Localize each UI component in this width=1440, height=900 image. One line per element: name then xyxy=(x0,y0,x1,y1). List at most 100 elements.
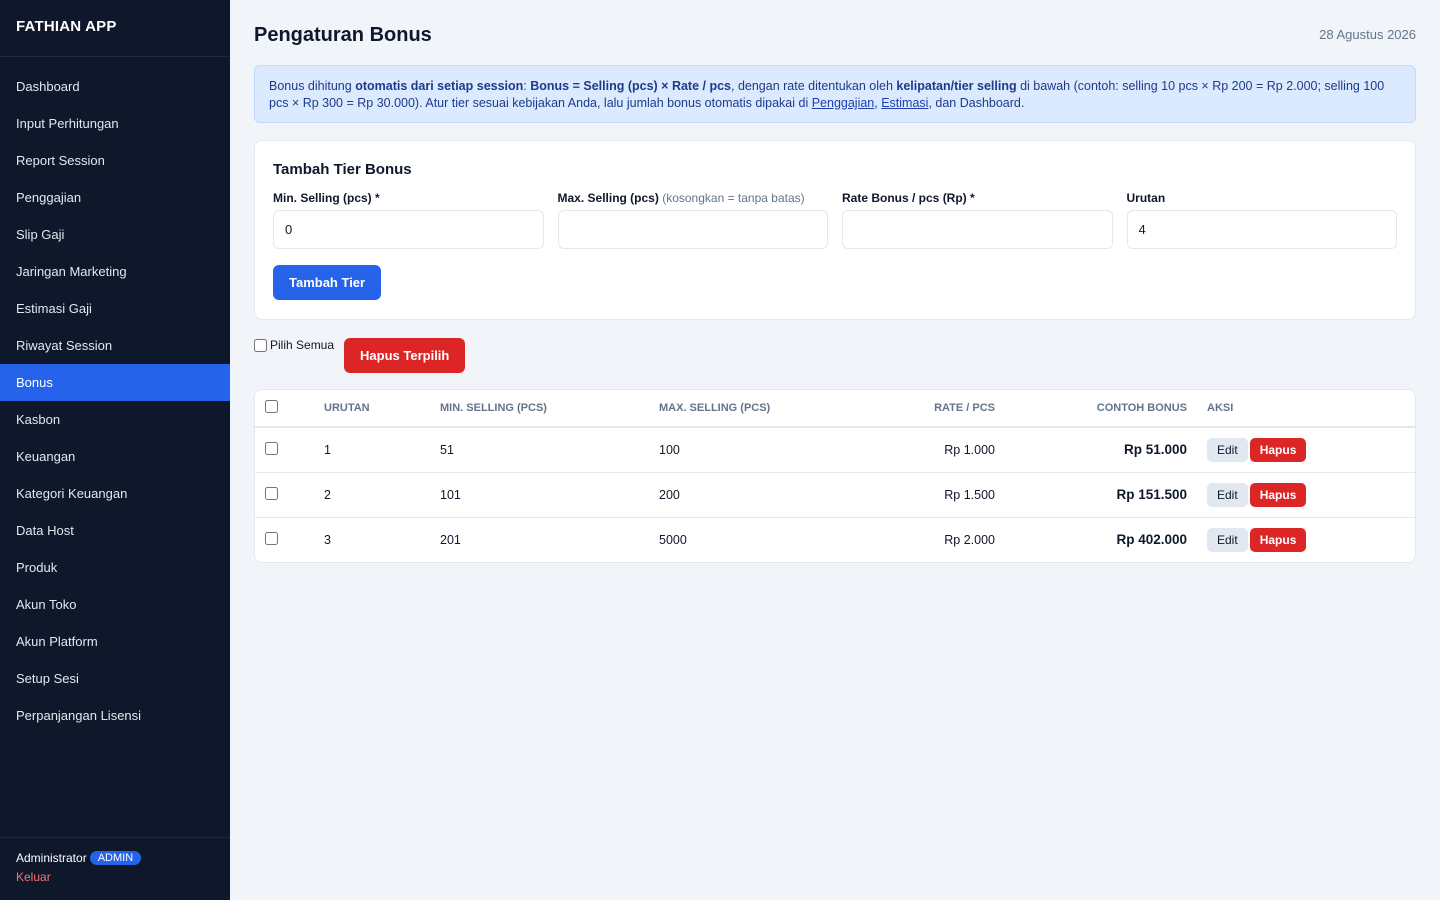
cell-rate: Rp 1.500 xyxy=(883,472,1005,518)
rate-bonus-input[interactable] xyxy=(842,210,1113,249)
header-select-checkbox[interactable] xyxy=(265,400,278,413)
select-all[interactable]: Pilih Semua xyxy=(254,338,334,352)
sidebar-item-bonus[interactable]: Bonus xyxy=(0,364,230,401)
table-row: 1 51 100 Rp 1.000 Rp 51.000 Edit Hapus xyxy=(255,427,1415,473)
header-action: Aksi xyxy=(1197,390,1415,428)
cell-actions: Edit Hapus xyxy=(1197,517,1415,562)
cell-min-selling: 51 xyxy=(430,427,649,473)
cell-order: 3 xyxy=(324,532,331,547)
header-min-selling: Min. Selling (pcs) xyxy=(430,390,649,428)
cell-rate: Rp 2.000 xyxy=(944,532,995,547)
delete-button[interactable]: Hapus xyxy=(1249,527,1307,552)
table-row: 3 201 5000 Rp 2.000 Rp 402.000 Edit Hapus xyxy=(255,517,1415,562)
max-selling-group: Max. Selling (pcs) (kosongkan = tanpa ba… xyxy=(557,191,829,249)
page-title: Pengaturan Bonus xyxy=(254,24,432,46)
cell-max-selling: 200 xyxy=(649,472,883,518)
cell-min-selling: 201 xyxy=(440,532,461,547)
info-text: , dan Dashboard. xyxy=(928,96,1025,110)
row-checkbox[interactable] xyxy=(265,486,278,500)
select-all-checkbox[interactable] xyxy=(254,338,267,352)
row-checkbox-cell xyxy=(255,472,314,518)
sidebar-item-riwayat-session[interactable]: Riwayat Session xyxy=(0,327,230,364)
edit-button[interactable]: Edit xyxy=(1207,527,1248,552)
header-max-selling: Max. Selling (pcs) xyxy=(649,390,883,428)
info-text: Bonus dihitung xyxy=(269,79,356,93)
table-row: 2 101 200 Rp 1.500 Rp 151.500 Edit Hapus xyxy=(255,472,1415,518)
min-selling-label: Min. Selling (pcs) * xyxy=(273,191,380,205)
info-bold: kelipatan/tier selling xyxy=(896,79,1017,93)
order-input[interactable] xyxy=(1126,210,1397,249)
min-selling-input[interactable] xyxy=(273,210,544,249)
edit-button[interactable]: Edit xyxy=(1207,482,1248,507)
cell-example-bonus: Rp 51.000 xyxy=(1005,427,1197,473)
cell-actions: Edit Hapus xyxy=(1197,472,1415,518)
add-tier-card: Tambah Tier Bonus Min. Selling (pcs) * M… xyxy=(254,140,1416,320)
header-example-bonus: Contoh Bonus xyxy=(1005,390,1197,428)
sidebar-item-kategori-keuangan[interactable]: Kategori Keuangan xyxy=(0,475,230,512)
header-rate: Rate / pcs xyxy=(883,390,1005,428)
sidebar-item-keuangan[interactable]: Keuangan xyxy=(0,438,230,475)
bulk-actions: Pilih Semua Hapus Terpilih xyxy=(254,338,466,373)
select-all-label: Pilih Semua xyxy=(270,338,335,352)
cell-order: 1 xyxy=(314,427,430,473)
logout-link[interactable]: Keluar xyxy=(16,870,214,884)
sidebar-item-jaringan-marketing[interactable]: Jaringan Marketing xyxy=(0,253,230,290)
sidebar: FATHIAN APP Dashboard Input Perhitungan … xyxy=(0,0,230,900)
max-selling-label-text: Max. Selling (pcs) xyxy=(557,191,659,205)
max-selling-input[interactable] xyxy=(557,210,828,249)
sidebar-nav: Dashboard Input Perhitungan Report Sessi… xyxy=(0,57,230,734)
row-checkbox[interactable] xyxy=(265,441,278,455)
row-checkbox[interactable] xyxy=(265,531,278,545)
cell-actions: Edit Hapus xyxy=(1197,427,1415,473)
header-order: Urutan xyxy=(314,390,430,428)
info-text: , dengan rate ditentukan oleh xyxy=(731,79,897,93)
cell-order: 2 xyxy=(314,472,430,518)
delete-button[interactable]: Hapus xyxy=(1249,482,1307,507)
role-badge: ADMIN xyxy=(89,851,142,865)
edit-button[interactable]: Edit xyxy=(1207,437,1248,462)
sidebar-item-kasbon[interactable]: Kasbon xyxy=(0,401,230,438)
max-selling-label: Max. Selling (pcs) (kosongkan = tanpa ba… xyxy=(558,191,829,205)
tier-table-card: Urutan Min. Selling (pcs) Max. Selling (… xyxy=(254,389,1416,563)
cell-example-bonus: Rp 151.500 xyxy=(1005,472,1197,518)
add-tier-button[interactable]: Tambah Tier xyxy=(273,265,382,300)
info-link-penggajian[interactable]: Penggajian xyxy=(812,96,875,110)
user-name: Administrator xyxy=(16,851,87,865)
tier-table: Urutan Min. Selling (pcs) Max. Selling (… xyxy=(255,390,1415,562)
sidebar-item-setup-sesi[interactable]: Setup Sesi xyxy=(0,660,230,697)
main-content: Pengaturan Bonus 28 Agustus 2026 Bonus d… xyxy=(230,0,1440,900)
sidebar-item-estimasi-gaji[interactable]: Estimasi Gaji xyxy=(0,290,230,327)
sidebar-item-akun-toko[interactable]: Akun Toko xyxy=(0,586,230,623)
info-formula: Bonus = Selling (pcs) × Rate / pcs xyxy=(530,79,731,93)
info-bold: otomatis dari setiap session xyxy=(355,79,524,93)
sidebar-item-perpanjangan-lisensi[interactable]: Perpanjangan Lisensi xyxy=(0,697,230,734)
sidebar-item-data-host[interactable]: Data Host xyxy=(0,512,230,549)
info-banner: Bonus dihitung otomatis dari setiap sess… xyxy=(254,65,1416,123)
row-checkbox-cell xyxy=(255,517,314,562)
rate-bonus-label: Rate Bonus / pcs (Rp) * xyxy=(842,191,975,205)
order-label: Urutan xyxy=(1126,191,1166,205)
cell-example-bonus: Rp 402.000 xyxy=(1116,532,1187,548)
sidebar-item-penggajian[interactable]: Penggajian xyxy=(0,179,230,216)
cell-min-selling: 101 xyxy=(430,472,649,518)
row-checkbox-cell xyxy=(255,427,314,473)
cell-max-selling: 5000 xyxy=(659,532,687,547)
page-date: 28 Agustus 2026 xyxy=(1319,27,1416,42)
max-selling-hint: (kosongkan = tanpa batas) xyxy=(662,191,805,205)
rate-bonus-group: Rate Bonus / pcs (Rp) * xyxy=(842,191,1113,249)
sidebar-item-report-session[interactable]: Report Session xyxy=(0,142,230,179)
info-link-estimasi[interactable]: Estimasi xyxy=(881,96,928,110)
add-tier-form: Min. Selling (pcs) * Max. Selling (pcs) … xyxy=(273,191,1397,249)
sidebar-item-dashboard[interactable]: Dashboard xyxy=(0,68,230,105)
delete-selected-button[interactable]: Hapus Terpilih xyxy=(344,338,466,373)
delete-button[interactable]: Hapus xyxy=(1249,437,1307,462)
min-selling-group: Min. Selling (pcs) * xyxy=(273,191,544,249)
cell-max-selling: 100 xyxy=(649,427,883,473)
sidebar-item-slip-gaji[interactable]: Slip Gaji xyxy=(0,216,230,253)
table-header-row: Urutan Min. Selling (pcs) Max. Selling (… xyxy=(255,390,1415,428)
order-group: Urutan xyxy=(1126,191,1397,249)
sidebar-item-produk[interactable]: Produk xyxy=(0,549,230,586)
sidebar-item-input-perhitungan[interactable]: Input Perhitungan xyxy=(0,105,230,142)
sidebar-item-akun-platform[interactable]: Akun Platform xyxy=(0,623,230,660)
user-info: Administrator ADMIN xyxy=(16,851,214,865)
